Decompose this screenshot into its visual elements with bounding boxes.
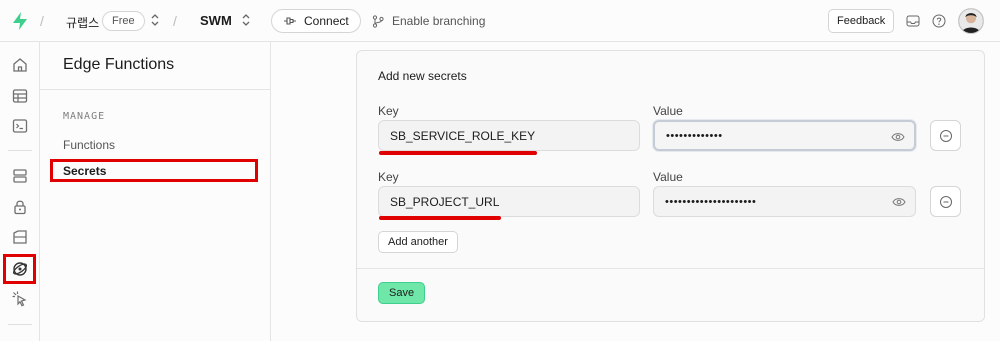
remove-secret-button[interactable] bbox=[930, 186, 961, 217]
secret-key-input[interactable]: SB_SERVICE_ROLE_KEY bbox=[378, 120, 640, 151]
rail-divider bbox=[8, 150, 32, 151]
branching-label: Enable branching bbox=[392, 14, 486, 28]
branch-icon bbox=[372, 14, 384, 28]
card-footer: Save bbox=[357, 268, 984, 321]
add-secrets-card: Add new secrets Key Value SB_SERVICE_ROL… bbox=[356, 50, 985, 322]
help-icon[interactable] bbox=[931, 13, 947, 29]
annotation-highlight-box bbox=[3, 254, 36, 284]
icon-rail bbox=[0, 42, 40, 341]
key-label: Key bbox=[378, 170, 399, 184]
project-switcher-chevron-icon[interactable] bbox=[241, 13, 251, 27]
show-value-eye-icon[interactable] bbox=[891, 130, 905, 144]
plug-icon bbox=[284, 17, 296, 25]
sql-editor-icon[interactable] bbox=[11, 117, 29, 135]
table-editor-icon[interactable] bbox=[11, 87, 29, 105]
save-button[interactable]: Save bbox=[378, 282, 426, 304]
key-label: Key bbox=[378, 104, 399, 118]
annotation-underline bbox=[379, 151, 537, 155]
secret-key-input[interactable]: SB_PROJECT_URL bbox=[378, 186, 640, 217]
connect-button[interactable]: Connect bbox=[271, 9, 361, 33]
org-name[interactable]: 규랩스 bbox=[66, 14, 99, 31]
masked-value: ••••••••••••••••••••• bbox=[665, 195, 757, 208]
project-name[interactable]: SWM bbox=[200, 13, 232, 28]
edge-functions-sidebar: Edge Functions MANAGE Functions Secrets bbox=[40, 42, 271, 341]
sidebar-title: Edge Functions bbox=[63, 56, 175, 73]
main-content: Add new secrets Key Value SB_SERVICE_ROL… bbox=[271, 42, 1000, 341]
rail-divider bbox=[8, 324, 32, 325]
realtime-icon[interactable] bbox=[11, 290, 29, 308]
masked-value: ••••••••••••• bbox=[666, 129, 723, 142]
storage-icon[interactable] bbox=[11, 228, 29, 246]
minus-circle-icon bbox=[939, 195, 952, 208]
authentication-icon[interactable] bbox=[11, 198, 29, 216]
card-heading: Add new secrets bbox=[378, 69, 467, 83]
secret-value-input[interactable]: ••••••••••••••••••••• bbox=[653, 186, 916, 217]
remove-secret-button[interactable] bbox=[930, 120, 961, 151]
top-bar: / 규랩스 Free / SWM Connect Enable branchin… bbox=[0, 0, 1000, 42]
value-label: Value bbox=[653, 104, 683, 118]
annotation-highlight-box bbox=[50, 159, 258, 182]
database-icon[interactable] bbox=[11, 167, 29, 185]
avatar[interactable] bbox=[958, 8, 984, 34]
breadcrumb-separator: / bbox=[173, 13, 177, 29]
value-label: Value bbox=[653, 170, 683, 184]
home-icon[interactable] bbox=[11, 56, 29, 74]
inbox-icon[interactable] bbox=[905, 13, 921, 29]
sidebar-item-functions[interactable]: Functions bbox=[63, 138, 115, 152]
sidebar-section-label: MANAGE bbox=[63, 111, 106, 122]
show-value-eye-icon[interactable] bbox=[892, 195, 906, 209]
breadcrumb-separator: / bbox=[40, 13, 44, 29]
plan-badge: Free bbox=[102, 11, 145, 31]
supabase-logo-icon[interactable] bbox=[11, 11, 29, 31]
secret-value-input[interactable]: ••••••••••••• bbox=[653, 120, 916, 151]
annotation-underline bbox=[379, 216, 501, 220]
org-switcher-chevron-icon[interactable] bbox=[150, 13, 160, 27]
enable-branching-button[interactable]: Enable branching bbox=[372, 14, 485, 28]
feedback-button[interactable]: Feedback bbox=[828, 9, 895, 33]
minus-circle-icon bbox=[939, 129, 952, 142]
connect-label: Connect bbox=[304, 14, 349, 28]
sidebar-divider bbox=[40, 89, 271, 90]
add-another-button[interactable]: Add another bbox=[378, 231, 458, 253]
